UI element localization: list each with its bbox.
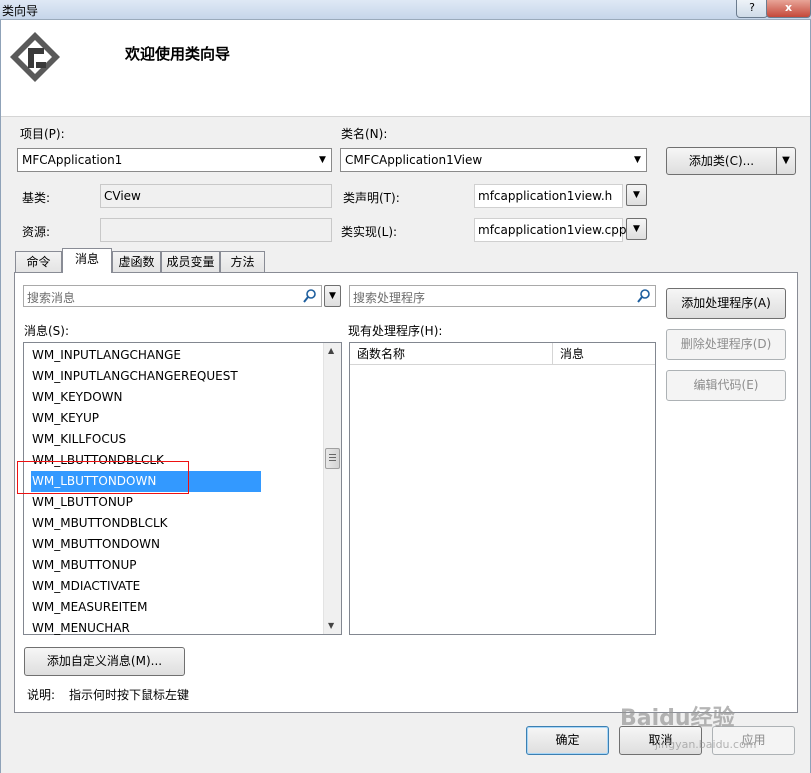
messages-list-label: 消息(S): xyxy=(24,324,70,338)
list-item[interactable]: WM_KILLFOCUS xyxy=(31,429,261,450)
base-class-field: CView xyxy=(100,184,332,208)
baidu-watermark-url: jingyan.baidu.com xyxy=(655,738,757,751)
handlers-list-label: 现有处理程序(H): xyxy=(348,324,443,338)
scroll-down-arrow-icon[interactable]: ▼ xyxy=(328,621,334,630)
search-handlers-input[interactable]: 搜索处理程序 xyxy=(349,285,656,307)
add-class-dropdown-button[interactable]: ▼ xyxy=(776,147,796,175)
window-title: 类向导 xyxy=(2,4,39,18)
add-class-label: 添加类(C)... xyxy=(688,154,755,168)
list-item[interactable]: WM_MENUCHAR xyxy=(31,618,261,639)
chevron-down-icon: ▼ xyxy=(633,190,640,200)
project-label: 项目(P): xyxy=(20,127,65,141)
edit-code-label: 编辑代码(E) xyxy=(693,378,759,392)
class-decl-dropdown-button[interactable]: ▼ xyxy=(626,184,647,206)
base-class-value: CView xyxy=(104,189,141,203)
chevron-down-icon: ▼ xyxy=(633,224,640,234)
resource-field xyxy=(100,218,332,242)
ok-button[interactable]: 确定 xyxy=(526,726,609,755)
delete-handler-label: 删除处理程序(D) xyxy=(680,337,772,351)
add-custom-message-label: 添加自定义消息(M)... xyxy=(46,654,163,668)
edit-code-button[interactable]: 编辑代码(E) xyxy=(666,370,786,401)
list-item[interactable]: WM_INPUTLANGCHANGE xyxy=(31,345,261,366)
class-impl-label: 类实现(L): xyxy=(341,225,398,239)
close-button[interactable]: x xyxy=(766,0,811,18)
search-messages-input[interactable]: 搜索消息 xyxy=(23,285,322,307)
chevron-down-icon: ▼ xyxy=(782,155,790,166)
project-combobox[interactable]: MFCApplication1 ▼ xyxy=(17,148,332,172)
scrollbar-thumb[interactable] xyxy=(325,448,340,469)
tab-commands[interactable]: 命令 xyxy=(15,251,62,273)
ok-label: 确定 xyxy=(555,733,580,747)
baidu-watermark-logo: Baidu经验 xyxy=(620,706,735,731)
resource-label: 资源: xyxy=(22,225,51,239)
class-decl-label: 类声明(T): xyxy=(343,191,400,205)
add-class-button[interactable]: 添加类(C)... xyxy=(666,147,777,175)
welcome-heading: 欢迎使用类向导 xyxy=(125,45,231,63)
tab-member-variables[interactable]: 成员变量 xyxy=(161,251,220,273)
search-messages-dropdown-button[interactable]: ▼ xyxy=(324,285,341,307)
add-custom-message-button[interactable]: 添加自定义消息(M)... xyxy=(24,647,185,676)
search-messages-placeholder: 搜索消息 xyxy=(27,291,76,305)
tab-methods[interactable]: 方法 xyxy=(220,251,265,273)
delete-handler-button[interactable]: 删除处理程序(D) xyxy=(666,329,786,360)
column-header-function-name[interactable]: 函数名称 xyxy=(350,343,553,365)
project-value: MFCApplication1 xyxy=(22,153,123,167)
list-item[interactable]: WM_MBUTTONDBLCLK xyxy=(31,513,261,534)
list-item[interactable]: WM_KEYDOWN xyxy=(31,387,261,408)
search-icon xyxy=(303,289,316,303)
description-text: 指示何时按下鼠标左键 xyxy=(69,688,190,702)
search-icon xyxy=(637,289,650,303)
list-item[interactable]: WM_MDIACTIVATE xyxy=(31,576,261,597)
class-impl-field: mfcapplication1view.cpp xyxy=(474,218,627,242)
class-decl-value: mfcapplication1view.h xyxy=(478,189,613,203)
handlers-listview[interactable]: 函数名称 消息 xyxy=(349,342,656,635)
title-bar: 类向导 ? x xyxy=(0,0,811,20)
chevron-down-icon: ▼ xyxy=(329,291,336,301)
add-handler-label: 添加处理程序(A) xyxy=(681,296,771,310)
list-item[interactable]: WM_INPUTLANGCHANGEREQUEST xyxy=(31,366,261,387)
tab-messages[interactable]: 消息 xyxy=(62,248,112,273)
list-item[interactable]: WM_MBUTTONDOWN xyxy=(31,534,261,555)
class-name-combobox[interactable]: CMFCApplication1View ▼ xyxy=(340,148,647,172)
base-class-label: 基类: xyxy=(22,191,51,205)
messages-scrollbar[interactable]: ▲ ▼ xyxy=(323,343,341,634)
class-name-value: CMFCApplication1View xyxy=(345,153,483,167)
class-impl-dropdown-button[interactable]: ▼ xyxy=(626,218,647,240)
header-banner xyxy=(1,20,810,117)
list-item[interactable]: WM_MEASUREITEM xyxy=(31,597,261,618)
chevron-down-icon: ▼ xyxy=(319,155,326,165)
class-wizard-logo-icon xyxy=(10,32,60,82)
list-item[interactable]: WM_KEYUP xyxy=(31,408,261,429)
tab-virtual-functions[interactable]: 虚函数 xyxy=(112,251,161,273)
highlight-box xyxy=(17,461,189,494)
class-impl-value: mfcapplication1view.cpp xyxy=(478,223,627,237)
column-header-message[interactable]: 消息 xyxy=(553,343,655,365)
class-decl-field: mfcapplication1view.h xyxy=(474,184,623,208)
description-label: 说明: xyxy=(27,688,56,702)
search-handlers-placeholder: 搜索处理程序 xyxy=(353,291,426,305)
list-item[interactable]: WM_LBUTTONUP xyxy=(31,492,261,513)
chevron-down-icon: ▼ xyxy=(634,155,641,165)
class-name-label: 类名(N): xyxy=(341,127,388,141)
help-button[interactable]: ? xyxy=(736,0,768,18)
list-item[interactable]: WM_MBUTTONUP xyxy=(31,555,261,576)
add-handler-button[interactable]: 添加处理程序(A) xyxy=(666,288,786,319)
scroll-up-arrow-icon[interactable]: ▲ xyxy=(328,346,334,355)
